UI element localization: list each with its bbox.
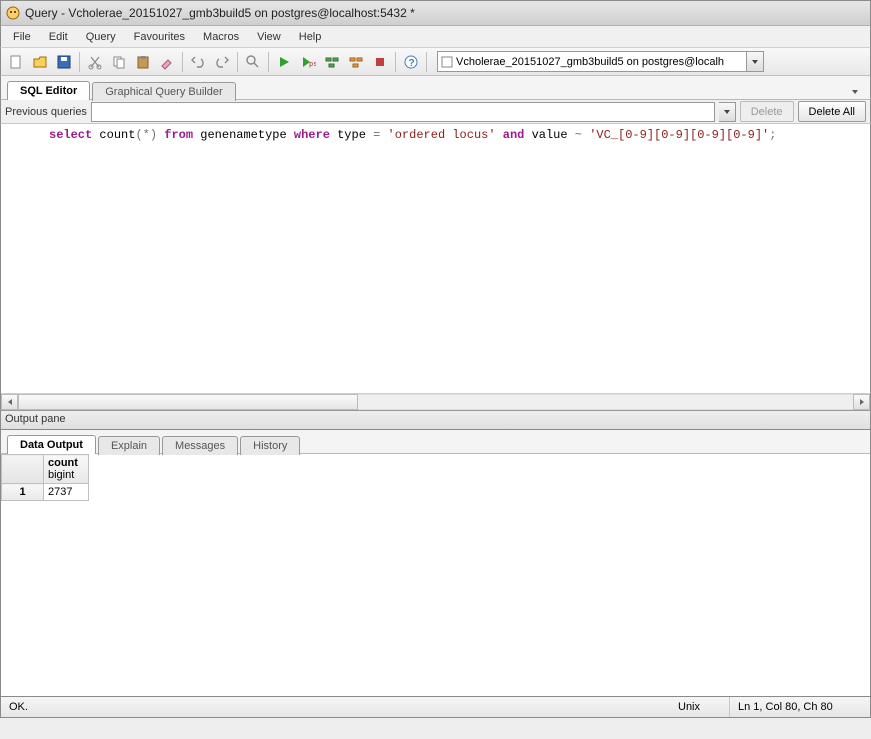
explain-analyze-icon[interactable] (345, 51, 367, 73)
toolbar-separator (79, 52, 80, 72)
menu-macros[interactable]: Macros (195, 29, 247, 45)
status-message: OK. (1, 697, 670, 717)
result-grid[interactable]: count bigint 1 2737 (1, 454, 89, 501)
cell-count-value[interactable]: 2737 (44, 484, 89, 501)
horizontal-scrollbar[interactable] (1, 393, 870, 410)
help-icon[interactable]: ? (400, 51, 422, 73)
db-selector[interactable]: Vcholerae_20151027_gmb3build5 on postgre… (437, 51, 866, 72)
scrollbar-thumb[interactable] (18, 394, 358, 410)
execute-pgscript-icon[interactable]: ps (297, 51, 319, 73)
menu-help[interactable]: Help (291, 29, 330, 45)
tab-data-output[interactable]: Data Output (7, 435, 96, 454)
sql-editor[interactable]: select count(*) from genenametype where … (1, 124, 870, 393)
row-header[interactable]: 1 (2, 484, 44, 501)
svg-text:ps: ps (309, 60, 316, 68)
scroll-right-icon[interactable] (853, 394, 870, 410)
cancel-icon[interactable] (369, 51, 391, 73)
app-icon (5, 5, 21, 21)
explain-icon[interactable] (321, 51, 343, 73)
menu-file[interactable]: File (5, 29, 39, 45)
paste-icon[interactable] (132, 51, 154, 73)
tab-messages[interactable]: Messages (162, 436, 238, 455)
previous-queries-label: Previous queries (5, 106, 87, 118)
cut-icon[interactable] (84, 51, 106, 73)
db-unchecked-icon (440, 55, 454, 69)
toolbar-separator (395, 52, 396, 72)
svg-text:?: ? (409, 58, 415, 69)
menu-view[interactable]: View (249, 29, 289, 45)
scroll-left-icon[interactable] (1, 394, 18, 410)
menu-favourites[interactable]: Favourites (126, 29, 193, 45)
dropdown-icon[interactable] (747, 51, 764, 72)
table-row[interactable]: 1 2737 (2, 484, 89, 501)
execute-icon[interactable] (273, 51, 295, 73)
window-title: Query - Vcholerae_20151027_gmb3build5 on… (25, 6, 415, 20)
save-icon[interactable] (53, 51, 75, 73)
column-header-count[interactable]: count bigint (44, 455, 89, 484)
previous-queries-bar: Previous queries Delete Delete All (0, 100, 871, 124)
output-tabs: Data Output Explain Messages History (0, 430, 871, 454)
status-position: Ln 1, Col 80, Ch 80 (730, 697, 870, 717)
editor-tabs: SQL Editor Graphical Query Builder (0, 76, 871, 100)
tab-history[interactable]: History (240, 436, 300, 455)
delete-button: Delete (740, 101, 794, 122)
dropdown-icon[interactable] (719, 102, 736, 122)
status-encoding: Unix (670, 697, 730, 717)
db-selector-value: Vcholerae_20151027_gmb3build5 on postgre… (456, 56, 724, 68)
clear-icon[interactable] (156, 51, 178, 73)
tab-explain[interactable]: Explain (98, 436, 160, 455)
sql-editor-container: select count(*) from genenametype where … (0, 124, 871, 410)
new-icon[interactable] (5, 51, 27, 73)
grid-corner (2, 455, 44, 484)
toolbar-separator (268, 52, 269, 72)
toolbar-separator (426, 52, 427, 72)
tab-graphical-query-builder[interactable]: Graphical Query Builder (92, 82, 235, 101)
menu-query[interactable]: Query (78, 29, 124, 45)
find-icon[interactable] (242, 51, 264, 73)
undo-icon[interactable] (187, 51, 209, 73)
tab-sql-editor[interactable]: SQL Editor (7, 81, 90, 100)
titlebar: Query - Vcholerae_20151027_gmb3build5 on… (0, 0, 871, 26)
redo-icon[interactable] (211, 51, 233, 73)
scrollbar-track[interactable] (358, 394, 853, 410)
toolbar-separator (237, 52, 238, 72)
menubar: File Edit Query Favourites Macros View H… (0, 26, 871, 48)
toolbar: ps ? Vcholerae_20151027_gmb3build5 on po… (0, 48, 871, 76)
open-icon[interactable] (29, 51, 51, 73)
menu-edit[interactable]: Edit (41, 29, 76, 45)
output-pane-label: Output pane (0, 410, 871, 430)
copy-icon[interactable] (108, 51, 130, 73)
toolbar-separator (182, 52, 183, 72)
delete-all-button[interactable]: Delete All (798, 101, 866, 122)
tabs-overflow-icon[interactable] (846, 85, 864, 99)
statusbar: OK. Unix Ln 1, Col 80, Ch 80 (0, 696, 871, 718)
previous-queries-combo[interactable] (91, 102, 715, 122)
result-grid-container: count bigint 1 2737 (0, 454, 871, 696)
